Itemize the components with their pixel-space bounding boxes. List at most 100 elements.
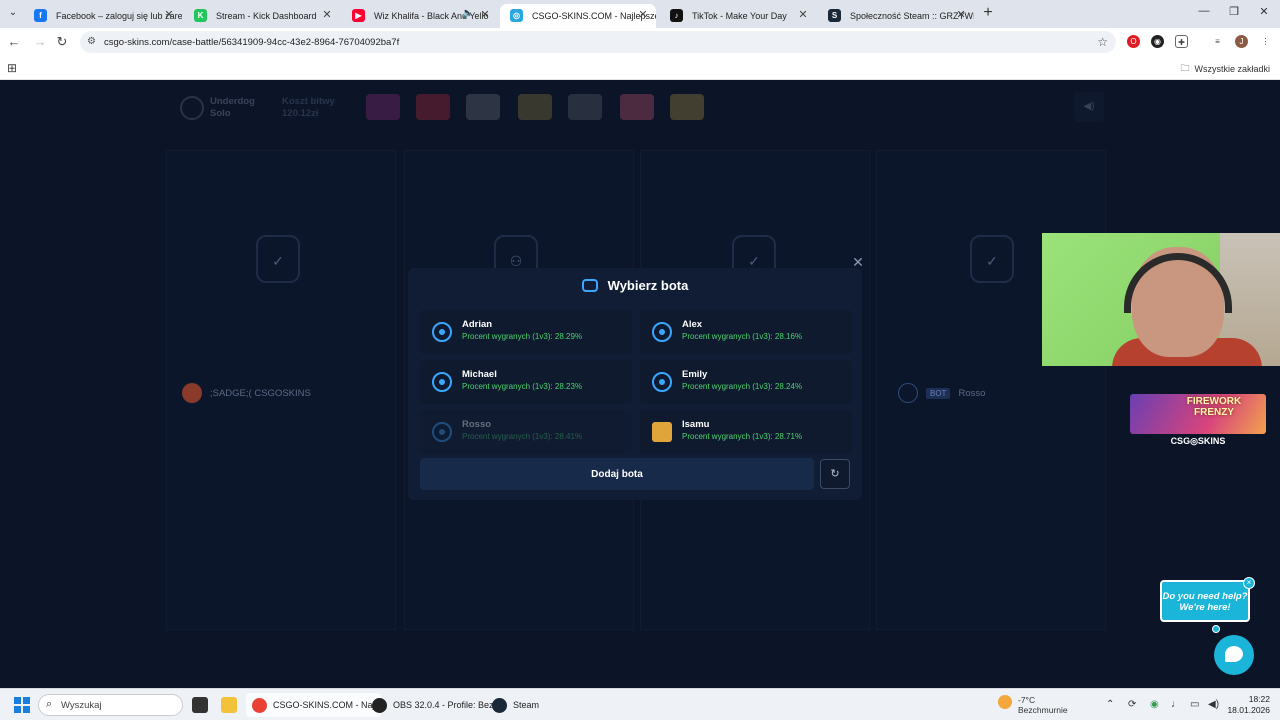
tab-title: Stream - Kick Dashboard: [216, 11, 317, 21]
tab-4[interactable]: ♪ TikTok - Make Your Day ✕: [660, 4, 816, 28]
tray-security-icon[interactable]: ◉: [1150, 699, 1159, 710]
windows-start-icon[interactable]: [14, 697, 30, 713]
forward-icon[interactable]: →: [32, 34, 48, 50]
bot-card[interactable]: Alex Procent wygranych (1v3): 28.16%: [640, 310, 852, 354]
tray-app-icon[interactable]: ⟳: [1128, 699, 1136, 710]
bot-avatar-icon: [432, 422, 452, 442]
battle-mode: Underdog Solo: [210, 96, 255, 120]
opera-extension-icon[interactable]: O: [1127, 35, 1140, 48]
bot-name: Emily: [682, 369, 708, 380]
tab-close-icon[interactable]: ✕: [636, 8, 650, 22]
refresh-icon[interactable]: ↻: [820, 459, 850, 489]
ready-check-icon: ✓: [970, 235, 1014, 283]
battle-mode-size: Solo: [210, 108, 231, 119]
back-icon[interactable]: ←: [6, 34, 22, 50]
case-icon: [416, 94, 450, 120]
bot-card: Rosso Procent wygranych (1v3): 28.41%: [420, 410, 632, 454]
bot-avatar-icon: [652, 372, 672, 392]
case-icon: [466, 94, 500, 120]
clock[interactable]: 18:22 18.01.2026: [1227, 694, 1270, 716]
tab-close-icon[interactable]: ✕: [796, 8, 810, 22]
file-explorer-icon[interactable]: [221, 697, 237, 713]
reading-list-icon[interactable]: ≡: [1211, 35, 1224, 48]
tab-2[interactable]: ▶ Wiz Khalifa - Black And Yello 🔈 ✕: [342, 4, 498, 28]
add-bot-button[interactable]: Dodaj bota: [420, 458, 814, 490]
taskbar-app-label: OBS 32.0.4 - Profile: Bez: [393, 700, 494, 710]
tab-close-icon[interactable]: ✕: [162, 8, 176, 22]
weather-moon-icon: [998, 695, 1012, 709]
new-tab-button[interactable]: +: [980, 5, 996, 21]
promo-banner[interactable]: FIREWORK FRENZY CSG◎SKINS: [1130, 394, 1266, 446]
bot-card[interactable]: Isamu Procent wygranych (1v3): 28.71%: [640, 410, 852, 454]
bot-win-rate: Procent wygranych (1v3): 28.71%: [682, 432, 803, 441]
battle-header: Underdog Solo Koszt bitwy 120.12zł ◀): [166, 88, 1106, 128]
tab-strip: ⌄ f Facebook – zaloguj się lub zarej ✕ K Str…: [0, 0, 1280, 28]
task-view-icon[interactable]: [192, 697, 208, 713]
window-close-icon[interactable]: ✕: [1256, 5, 1272, 21]
restore-icon[interactable]: ❐: [1226, 5, 1242, 21]
player-bot: BOT Rosso: [898, 383, 985, 403]
taskbar-search[interactable]: ⌕ Wyszukaj: [38, 694, 183, 716]
help-bubble[interactable]: Do you need help? We're here!: [1160, 580, 1250, 622]
address-bar[interactable]: ⚙ csgo-skins.com/case-battle/56341909-94…: [80, 31, 1116, 53]
taskbar-app-0[interactable]: CSGO-SKINS.COM - Naj: [246, 693, 381, 717]
sound-toggle-icon[interactable]: ◀): [1074, 92, 1104, 122]
case-icon: [670, 94, 704, 120]
profile-avatar[interactable]: J: [1235, 35, 1248, 48]
bot-card[interactable]: Adrian Procent wygranych (1v3): 28.29%: [420, 310, 632, 354]
tab-1[interactable]: K Stream - Kick Dashboard ✕: [184, 4, 340, 28]
tab-close-icon[interactable]: ✕: [478, 8, 492, 22]
case-battle-page: Underdog Solo Koszt bitwy 120.12zł ◀) ✓ …: [0, 80, 1280, 688]
weather-desc: Bezchmurnie: [1018, 705, 1068, 715]
close-icon[interactable]: ✕: [850, 254, 866, 270]
battle-cost-value: 120.12zł: [282, 108, 319, 119]
bot-card[interactable]: Emily Procent wygranych (1v3): 28.24%: [640, 360, 852, 404]
volume-icon[interactable]: ◀): [1208, 699, 1219, 710]
tab-audio-icon[interactable]: 🔈: [462, 8, 474, 19]
all-bookmarks-button[interactable]: 🗀 Wszystkie zakładki: [1180, 61, 1270, 77]
bookmark-star-icon[interactable]: ☆: [1097, 35, 1108, 49]
tab-close-icon[interactable]: ✕: [320, 8, 334, 22]
bot-name: Michael: [462, 369, 497, 380]
tab-close-icon[interactable]: ✕: [954, 8, 968, 22]
extension-icon[interactable]: ◉: [1151, 35, 1164, 48]
menu-kebab-icon[interactable]: ⋮: [1259, 35, 1272, 48]
promo-brand: CSG◎SKINS: [1170, 436, 1226, 446]
site-info-icon[interactable]: ⚙: [87, 36, 96, 47]
tab-search-chevron-icon[interactable]: ⌄: [6, 7, 20, 21]
headphones-icon: [1124, 253, 1232, 313]
player-name: ;SADGE;( CSGOSKINS: [210, 387, 311, 399]
taskbar-app-1[interactable]: OBS 32.0.4 - Profile: Bez: [366, 693, 500, 717]
bot-card[interactable]: Michael Procent wygranych (1v3): 28.23%: [420, 360, 632, 404]
modal-header: Wybierz bota: [408, 278, 862, 293]
webcam-overlay: [1042, 233, 1280, 366]
tab-0[interactable]: f Facebook – zaloguj się lub zarej ✕: [24, 4, 182, 28]
tab-favicon-icon: ◎: [510, 9, 523, 22]
minimize-icon[interactable]: —: [1196, 5, 1212, 21]
ready-check-icon: ✓: [256, 235, 300, 283]
search-icon: ⌕: [46, 698, 53, 710]
chat-icon[interactable]: [1214, 635, 1254, 675]
bot-avatar: [652, 422, 672, 442]
extensions-puzzle-icon[interactable]: ✚: [1175, 35, 1188, 48]
bot-name: Adrian: [462, 319, 493, 330]
tray-chevron-icon[interactable]: ⌃: [1106, 699, 1114, 710]
bookmarks-bar: ⊞ 🗀 Wszystkie zakładki: [0, 56, 1280, 80]
tab-3[interactable]: ◎ CSGO-SKINS.COM - Najlepsze ✕: [500, 4, 656, 28]
tab-5[interactable]: S Społeczność Steam :: GRZYWIA ✕: [818, 4, 974, 28]
case-icon: [620, 94, 654, 120]
battle-mode-icon: [180, 96, 204, 120]
help-close-icon[interactable]: ×: [1243, 577, 1255, 589]
bot-win-rate: Procent wygranych (1v3): 28.24%: [682, 382, 803, 391]
player-avatar: [182, 383, 202, 403]
windows-taskbar: ⌕ Wyszukaj CSGO-SKINS.COM - Naj OBS 32.0.…: [0, 688, 1280, 720]
bot-win-rate: Procent wygranych (1v3): 28.29%: [462, 332, 583, 341]
network-icon[interactable]: ▭: [1190, 699, 1199, 710]
microphone-icon[interactable]: ♩: [1171, 699, 1181, 710]
apps-grid-icon[interactable]: ⊞: [7, 61, 17, 75]
taskbar-app-2[interactable]: Steam: [486, 693, 545, 717]
reload-icon[interactable]: ↻: [54, 34, 70, 50]
tab-favicon-icon: S: [828, 9, 841, 22]
browser-toolbar: ← → ↻ ⚙ csgo-skins.com/case-battle/56341…: [0, 28, 1280, 56]
clock-date: 18.01.2026: [1227, 705, 1270, 715]
